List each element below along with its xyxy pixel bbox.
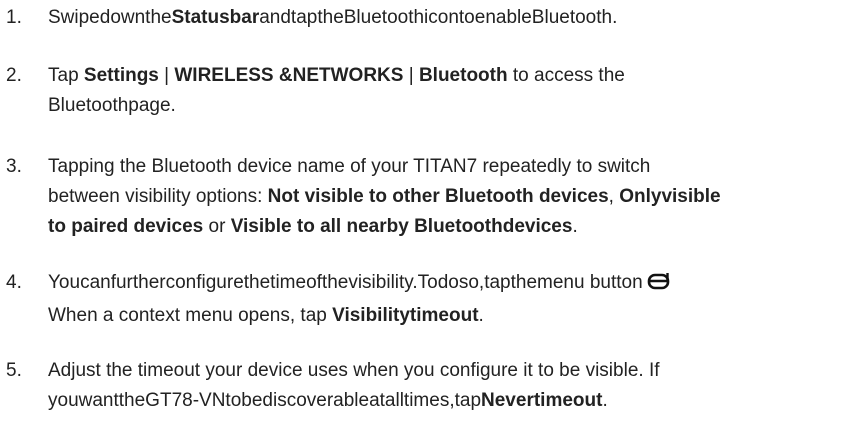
text-run: Swipedownthe bbox=[48, 7, 172, 28]
step-number: 1. bbox=[6, 7, 22, 28]
step-text: SwipedowntheStatusbarandtaptheBluetoothi… bbox=[48, 3, 863, 33]
step-line: between visibility options: Not visible … bbox=[48, 182, 863, 212]
step-line: Tapping the Bluetooth device name of you… bbox=[48, 152, 863, 182]
bold-term: Settings bbox=[83, 65, 159, 86]
step-line: When a context menu opens, tap Visibilit… bbox=[48, 301, 863, 331]
step-line: Tap Settings | WIRELESS &NETWORKS | Blue… bbox=[48, 61, 863, 91]
step-text: Tapping the Bluetooth device name of you… bbox=[48, 152, 863, 242]
step-number: 5. bbox=[6, 360, 22, 381]
bold-term: Bluetooth bbox=[418, 65, 508, 86]
step-number: 2. bbox=[6, 65, 22, 86]
text-run: , bbox=[608, 186, 620, 207]
text-run: andtaptheBluetoothicontoenableBluetooth. bbox=[259, 7, 618, 28]
step-line: Bluetoothpage. bbox=[48, 91, 863, 121]
text-run: When a context menu opens, tap bbox=[48, 305, 333, 326]
bold-term: Nevertimeout bbox=[481, 390, 603, 411]
text-run: between visibility options: bbox=[48, 186, 268, 207]
step-text: Adjust the timeout your device uses when… bbox=[48, 356, 863, 416]
menu-button-icon bbox=[647, 271, 671, 301]
text-run: Tap bbox=[48, 65, 84, 86]
text-run: Adjust the timeout your device uses when… bbox=[48, 360, 660, 381]
step-text: Youcanfurtherconfigurethetimeofthevisibi… bbox=[48, 268, 863, 331]
text-run: . bbox=[602, 390, 608, 411]
step-number: 3. bbox=[6, 156, 22, 177]
instruction-list: 1. SwipedowntheStatusbarandtaptheBluetoo… bbox=[0, 0, 863, 423]
text-run: | bbox=[403, 65, 419, 86]
step-line: Adjust the timeout your device uses when… bbox=[48, 356, 863, 386]
step-number: 4. bbox=[6, 272, 22, 293]
text-run: youwanttheGT78-VNtobediscoverableatallti… bbox=[48, 390, 482, 411]
bold-term: to paired devices bbox=[48, 216, 204, 237]
text-run: or bbox=[203, 216, 231, 237]
text-run: Bluetoothpage. bbox=[48, 95, 176, 116]
text-run: Tapping the Bluetooth device name of you… bbox=[48, 156, 651, 177]
text-run: Youcanfurtherconfigurethetimeofthevisibi… bbox=[48, 272, 643, 293]
step-line: Youcanfurtherconfigurethetimeofthevisibi… bbox=[48, 268, 863, 301]
text-run: . bbox=[478, 305, 484, 326]
step-line: to paired devices or Visible to all near… bbox=[48, 212, 863, 242]
text-run: to access the bbox=[507, 65, 625, 86]
step-text: Tap Settings | WIRELESS &NETWORKS | Blue… bbox=[48, 61, 863, 121]
text-run: | bbox=[158, 65, 175, 86]
text-run: . bbox=[572, 216, 578, 237]
bold-term: WIRELESS &NETWORKS bbox=[174, 65, 404, 86]
bold-term: Not visible to other Bluetooth devices bbox=[267, 186, 609, 207]
step-line: SwipedowntheStatusbarandtaptheBluetoothi… bbox=[48, 3, 863, 33]
bold-term: Visible to all nearby Bluetoothdevices bbox=[230, 216, 573, 237]
bold-term: Statusbar bbox=[171, 7, 260, 28]
step-line: youwanttheGT78-VNtobediscoverableatallti… bbox=[48, 386, 863, 416]
bold-term: Onlyvisible bbox=[619, 186, 721, 207]
bold-term: Visibilitytimeout bbox=[332, 305, 479, 326]
